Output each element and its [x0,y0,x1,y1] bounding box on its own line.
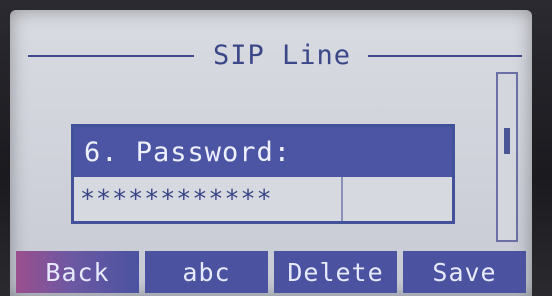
input-mode-button[interactable]: abc [145,251,268,293]
phone-device: SIP Line 6. Password: ************ Back … [0,0,552,296]
password-input[interactable]: ************ [74,177,343,221]
scrollbar[interactable] [496,72,518,242]
screen-title: SIP Line [212,40,352,71]
delete-button[interactable]: Delete [274,251,397,293]
title-divider-right [368,55,522,57]
password-field[interactable]: 6. Password: ************ [71,124,455,224]
scrollbar-thumb[interactable] [504,128,510,154]
lcd-screen: SIP Line 6. Password: ************ Back … [10,10,532,296]
back-button[interactable]: Back [16,251,139,293]
title-divider-left [28,55,194,57]
softkey-bar: Back abc Delete Save [10,251,532,296]
password-field-label: 6. Password: [74,127,452,177]
screen-title-row: SIP Line [28,36,522,76]
save-button[interactable]: Save [403,251,526,293]
